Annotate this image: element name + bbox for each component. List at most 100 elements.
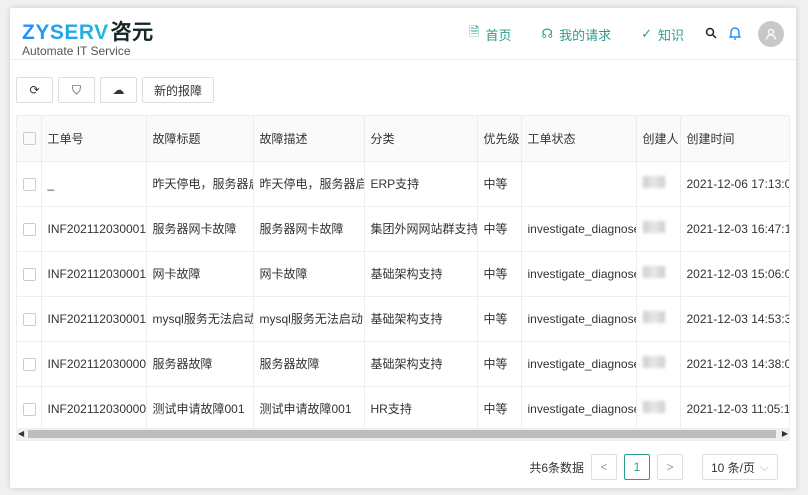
- table-cell: _: [41, 161, 147, 207]
- headset-icon: ☊: [541, 26, 554, 41]
- nav-home[interactable]: 🗎 首页: [469, 23, 511, 45]
- table-row[interactable]: INF2021120300008 测试申请故障001 测试申请故障001 HR支持 中等…: [17, 386, 789, 432]
- toolbar: ⟳ ⛉ ☁ 新的报障: [16, 77, 215, 103]
- row-checkbox[interactable]: [17, 296, 42, 342]
- table-cell: 基础架构支持: [364, 251, 478, 297]
- nav-label: 知识: [657, 27, 684, 43]
- table-row[interactable]: INF2021120300011 网卡故障 网卡故障 基础架构支持 中等 investig…: [17, 251, 789, 297]
- filter-button[interactable]: ⛉: [58, 77, 95, 103]
- row-checkbox[interactable]: [17, 206, 42, 252]
- logo[interactable]: ZYSERV咨元 Automate IT Service: [22, 16, 154, 58]
- column-header[interactable]: 分类: [364, 116, 478, 162]
- table-cell: 2021-12-03 15:06:06: [680, 251, 789, 297]
- table-cell: INF2021120300014: [41, 206, 147, 252]
- table-cell: investigate_diagnose: [521, 386, 637, 432]
- table-cell: 2021-12-03 11:05:11: [680, 386, 789, 432]
- column-header[interactable]: 创建时间: [680, 116, 789, 162]
- table-cell: 集团外网网站群支持: [364, 206, 478, 252]
- table-cell: 测试申请故障001: [253, 386, 365, 432]
- redacted-name: [642, 401, 665, 413]
- page-size-select[interactable]: 10 条/页 ⌵: [702, 454, 778, 480]
- table-row[interactable]: _ 昨天停电，服务器启 昨天停电，服务器启 ERP支持 中等 2021-12-06 17:…: [17, 161, 789, 207]
- search-icon[interactable]: [702, 27, 720, 42]
- table-cell: 服务器故障: [146, 341, 254, 387]
- table-cell: 昨天停电，服务器启: [253, 161, 365, 207]
- avatar[interactable]: [758, 21, 784, 47]
- table-cell: 中等: [477, 386, 522, 432]
- redacted-name: [642, 311, 665, 323]
- row-checkbox[interactable]: [17, 161, 42, 207]
- table-cell: investigate_diagnose: [521, 296, 637, 342]
- table-cell: [521, 161, 637, 207]
- redacted-name: [642, 356, 665, 368]
- cell-creator: [636, 206, 681, 252]
- column-header[interactable]: 故障描述: [253, 116, 365, 162]
- scrollbar-thumb[interactable]: [28, 430, 776, 438]
- row-checkbox[interactable]: [17, 251, 42, 297]
- column-header[interactable]: 故障标题: [146, 116, 254, 162]
- column-header[interactable]: 创建人: [636, 116, 681, 162]
- table-cell: 2021-12-03 14:38:06: [680, 341, 789, 387]
- new-incident-button[interactable]: 新的报障: [142, 77, 215, 103]
- cell-creator: [636, 296, 681, 342]
- table-cell: investigate_diagnose: [521, 251, 637, 297]
- column-header[interactable]: 工单号: [41, 116, 147, 162]
- row-checkbox[interactable]: [17, 341, 42, 387]
- table-cell: 2021-12-03 16:47:11: [680, 206, 789, 252]
- table-cell: 2021-12-06 17:13:08: [680, 161, 789, 207]
- document-icon: 🗎: [469, 24, 480, 39]
- table-cell: 服务器故障: [253, 341, 365, 387]
- filter-icon: ⛉: [71, 82, 81, 97]
- chevron-down-icon: ⌵: [759, 459, 769, 474]
- next-page-button[interactable]: >: [657, 454, 683, 480]
- pagination: 共6条数据 < 1 > 10 条/页 ⌵: [529, 454, 778, 480]
- table-cell: mysql服务无法启动: [146, 296, 254, 342]
- refresh-icon: ⟳: [29, 83, 40, 97]
- scroll-right-icon[interactable]: ▶: [782, 428, 788, 440]
- prev-page-button[interactable]: <: [591, 454, 617, 480]
- page-1-button[interactable]: 1: [624, 454, 650, 480]
- redacted-name: [642, 221, 665, 233]
- brand-cn: 咨元: [110, 21, 154, 44]
- table-cell: ERP支持: [364, 161, 478, 207]
- top-nav: 🗎 首页 ☊ 我的请求 ✓ 知识: [469, 21, 784, 47]
- header: ZYSERV咨元 Automate IT Service 🗎 首页 ☊ 我的请求 ✓…: [10, 8, 796, 60]
- table-cell: 中等: [477, 251, 522, 297]
- column-header[interactable]: 工单状态: [521, 116, 637, 162]
- table-cell: mysql服务无法启动: [253, 296, 365, 342]
- table-cell: INF2021120300011: [41, 251, 147, 297]
- table-cell: 服务器网卡故障: [253, 206, 365, 252]
- redacted-name: [642, 266, 665, 278]
- total-count: 共6条数据: [529, 460, 584, 475]
- nav-my-requests[interactable]: ☊ 我的请求: [542, 25, 612, 44]
- upload-button[interactable]: ☁: [100, 77, 137, 103]
- select-all-checkbox[interactable]: [17, 116, 42, 162]
- scroll-left-icon[interactable]: ◀: [18, 428, 24, 440]
- app-window: ZYSERV咨元 Automate IT Service 🗎 首页 ☊ 我的请求 ✓…: [10, 8, 796, 488]
- check-icon: ✓: [641, 26, 652, 41]
- table-cell: 网卡故障: [253, 251, 365, 297]
- table-cell: 测试申请故障001: [146, 386, 254, 432]
- table-cell: 基础架构支持: [364, 296, 478, 342]
- table-row[interactable]: INF2021120300010 mysql服务无法启动 mysql服务无法启动 基础…: [17, 296, 789, 342]
- nav-knowledge[interactable]: ✓ 知识: [641, 25, 684, 44]
- table-row[interactable]: INF2021120300014 服务器网卡故障 服务器网卡故障 集团外网网站群支持中…: [17, 206, 789, 252]
- nav-label: 首页: [485, 27, 512, 43]
- page-size-value: 10 条/页: [711, 460, 756, 475]
- cell-creator: [636, 251, 681, 297]
- table-cell: INF2021120300010: [41, 296, 147, 342]
- row-checkbox[interactable]: [17, 386, 42, 432]
- redacted-name: [642, 176, 665, 188]
- bell-icon[interactable]: [726, 26, 744, 43]
- table-row[interactable]: INF2021120300009 服务器故障 服务器故障 基础架构支持 中等 invest…: [17, 341, 789, 387]
- nav-label: 我的请求: [559, 27, 612, 43]
- table-cell: 中等: [477, 206, 522, 252]
- cell-creator: [636, 386, 681, 432]
- table-cell: 网卡故障: [146, 251, 254, 297]
- column-header[interactable]: 优先级: [477, 116, 522, 162]
- tickets-table: 工单号 故障标题 故障描述 分类 优先级 工单状态 创建人 创建时间 _ 昨天停电，服务器启 昨天…: [16, 115, 790, 441]
- horizontal-scrollbar[interactable]: ◀ ▶: [16, 428, 790, 440]
- cell-creator: [636, 341, 681, 387]
- cell-creator: [636, 161, 681, 207]
- refresh-button[interactable]: ⟳: [16, 77, 53, 103]
